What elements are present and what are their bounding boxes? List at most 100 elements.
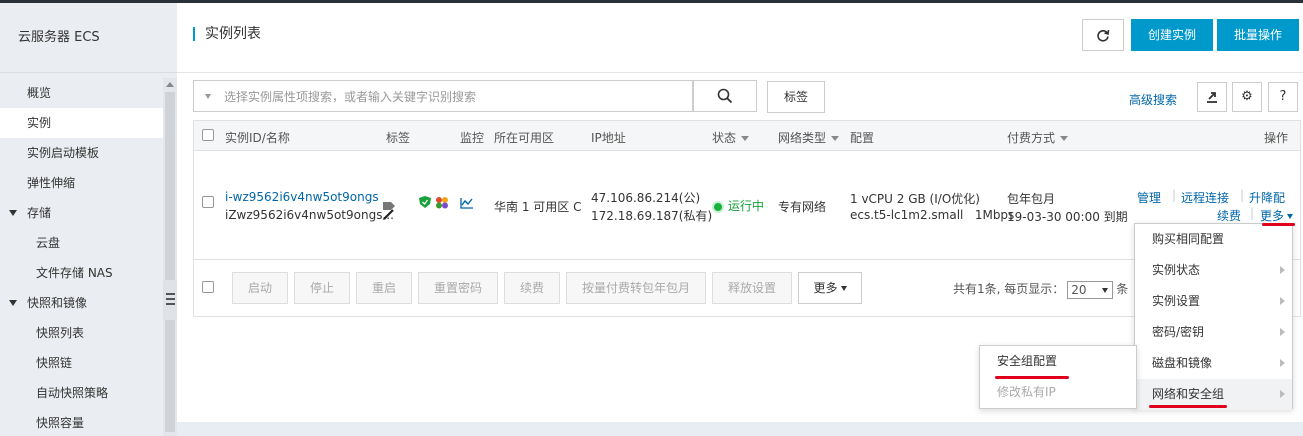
page-size-value: 20 — [1071, 282, 1087, 297]
more-actions-menu: 购买相同配置 实例状态 实例设置 密码/密钥 磁盘和镜像 网络和安全组 — [1134, 223, 1293, 410]
monitor-chart-icon[interactable] — [460, 197, 474, 212]
chevron-right-icon — [1280, 328, 1285, 336]
renew-button[interactable]: 续费 — [504, 272, 560, 304]
renew-link[interactable]: 续费 — [1217, 207, 1241, 224]
column-header-billing-label: 付费方式 — [1007, 131, 1056, 145]
public-ip: 47.106.86.214(公) — [591, 191, 701, 205]
sidebar-scrollbar[interactable] — [163, 78, 177, 436]
column-header-network[interactable]: 网络类型 — [778, 129, 840, 146]
row-checkbox[interactable] — [202, 196, 214, 208]
more-actions-label: 更多 — [1260, 209, 1285, 223]
column-header-actions: 操作 — [1264, 131, 1289, 145]
tag-filter-button[interactable]: 标签 — [767, 81, 825, 113]
footer-select-all-checkbox[interactable] — [202, 281, 214, 293]
sidebar-group-snapshots-images[interactable]: 快照和镜像 — [0, 288, 163, 318]
sidebar-item-snapshot-list[interactable]: 快照列表 — [0, 318, 163, 348]
menu-item-buy-same-config[interactable]: 购买相同配置 — [1135, 224, 1292, 255]
sidebar-item-snapshot-chain[interactable]: 快照链 — [0, 348, 163, 378]
menu-item-label: 实例设置 — [1152, 294, 1201, 308]
column-header-status[interactable]: 状态 — [712, 129, 750, 146]
sidebar-item-disks[interactable]: 云盘 — [0, 228, 163, 258]
action-divider: | — [1172, 188, 1177, 202]
menu-item-instance-settings[interactable]: 实例设置 — [1135, 286, 1292, 317]
release-settings-button[interactable]: 释放设置 — [712, 272, 792, 304]
action-divider: | — [1240, 188, 1245, 202]
sidebar-item-instances[interactable]: 实例 — [0, 108, 163, 138]
manage-link[interactable]: 管理 — [1137, 189, 1161, 206]
column-header-config: 配置 — [850, 131, 875, 145]
cloud-assistant-icon[interactable] — [435, 196, 449, 212]
sidebar-item-launch-templates[interactable]: 实例启动模板 — [0, 138, 163, 168]
chevron-right-icon — [1280, 266, 1285, 274]
more-actions-link[interactable]: 更多 — [1260, 207, 1294, 224]
highlight-underline-more — [1262, 223, 1295, 226]
sidebar-nav: 概览 实例 实例启动模板 弹性伸缩 存储 云盘 文件存储 NAS 快照和镜像 快… — [0, 78, 163, 436]
caret-down-icon[interactable] — [205, 94, 211, 99]
menu-item-instance-status[interactable]: 实例状态 — [1135, 255, 1292, 286]
edit-tag-button[interactable] — [380, 199, 398, 224]
chevron-right-icon — [1280, 297, 1285, 305]
caret-down-icon — [741, 136, 750, 141]
remote-connect-link[interactable]: 远程连接 — [1181, 189, 1229, 206]
footer-more-button[interactable]: 更多 — [798, 272, 862, 304]
caret-down-icon — [9, 300, 17, 306]
refresh-button[interactable] — [1082, 19, 1124, 51]
menu-icon-bar — [166, 303, 175, 305]
tag-edit-icon — [383, 202, 395, 220]
sidebar-collapse-handle[interactable] — [163, 280, 177, 320]
instance-name: iZwz9562i6v4nw5ot9ongs... — [225, 208, 394, 222]
stop-button[interactable]: 停止 — [294, 272, 350, 304]
search-icon — [717, 88, 733, 104]
refresh-icon — [1097, 29, 1110, 42]
column-header-zone: 所在可用区 — [494, 131, 555, 145]
menu-item-password-key[interactable]: 密码/密钥 — [1135, 317, 1292, 348]
submenu-item-modify-private-ip[interactable]: 修改私有IP — [980, 377, 1136, 408]
gear-icon: ⚙ — [1241, 89, 1253, 104]
sidebar-item-overview[interactable]: 概览 — [0, 78, 163, 108]
status-running-icon — [712, 200, 724, 213]
create-instance-button[interactable]: 创建实例 — [1131, 19, 1213, 51]
reset-password-button[interactable]: 重置密码 — [418, 272, 498, 304]
search-box[interactable] — [193, 80, 693, 112]
settings-button[interactable]: ⚙ — [1232, 82, 1262, 112]
export-icon — [1207, 92, 1217, 103]
sidebar-item-auto-scaling[interactable]: 弹性伸缩 — [0, 168, 163, 198]
menu-icon-bar — [166, 298, 175, 300]
config-spec: 1 vCPU 2 GB (I/O优化) — [850, 192, 980, 206]
search-button[interactable] — [693, 80, 757, 112]
submenu-item-security-group-config[interactable]: 安全组配置 — [980, 346, 1136, 377]
convert-billing-button[interactable]: 按量付费转包年包月 — [566, 272, 706, 304]
menu-item-disk-image[interactable]: 磁盘和镜像 — [1135, 348, 1292, 379]
expiry-date: 19-03-30 00:00 到期 — [1007, 210, 1128, 224]
search-input[interactable] — [224, 87, 684, 107]
caret-down-icon — [1060, 136, 1069, 141]
pagination: 共有1条, 每页显示： 20 条 — [953, 280, 1128, 299]
caret-down-icon — [840, 286, 847, 291]
sidebar-item-auto-snapshot-policy[interactable]: 自动快照策略 — [0, 378, 163, 408]
config-type: ecs.t5-lc1m2.small 1Mbps — [850, 208, 1015, 222]
network-type: 专有网络 — [778, 200, 827, 214]
page-header: 实例列表 创建实例 批量操作 — [177, 3, 1303, 73]
batch-operation-button[interactable]: 批量操作 — [1217, 19, 1299, 51]
sidebar-item-nas[interactable]: 文件存储 NAS — [0, 258, 163, 288]
help-button[interactable]: ? — [1268, 82, 1298, 112]
security-shield-icon[interactable] — [419, 196, 431, 212]
sidebar-group-label: 快照和镜像 — [27, 296, 88, 310]
column-header-billing[interactable]: 付费方式 — [1007, 129, 1069, 146]
sidebar-group-storage[interactable]: 存储 — [0, 198, 163, 228]
action-divider: | — [1250, 206, 1255, 220]
export-button[interactable] — [1197, 82, 1227, 112]
sidebar-item-snapshot-capacity[interactable]: 快照容量 — [0, 408, 163, 436]
resize-link[interactable]: 升降配 — [1249, 189, 1285, 206]
instance-id-link[interactable]: i-wz9562i6v4nw5ot9ongs — [225, 190, 379, 204]
page-title: 实例列表 — [193, 27, 261, 41]
page-size-select[interactable]: 20 — [1067, 280, 1114, 299]
caret-down-icon — [9, 210, 17, 216]
scrollbar-thumb[interactable] — [165, 92, 175, 432]
select-all-checkbox[interactable] — [202, 129, 214, 141]
pagination-suffix: 条 — [1116, 282, 1129, 296]
scroll-up-arrow-icon[interactable] — [166, 82, 174, 87]
advanced-search-link[interactable]: 高级搜索 — [1129, 91, 1177, 108]
restart-button[interactable]: 重启 — [356, 272, 412, 304]
start-button[interactable]: 启动 — [232, 272, 288, 304]
